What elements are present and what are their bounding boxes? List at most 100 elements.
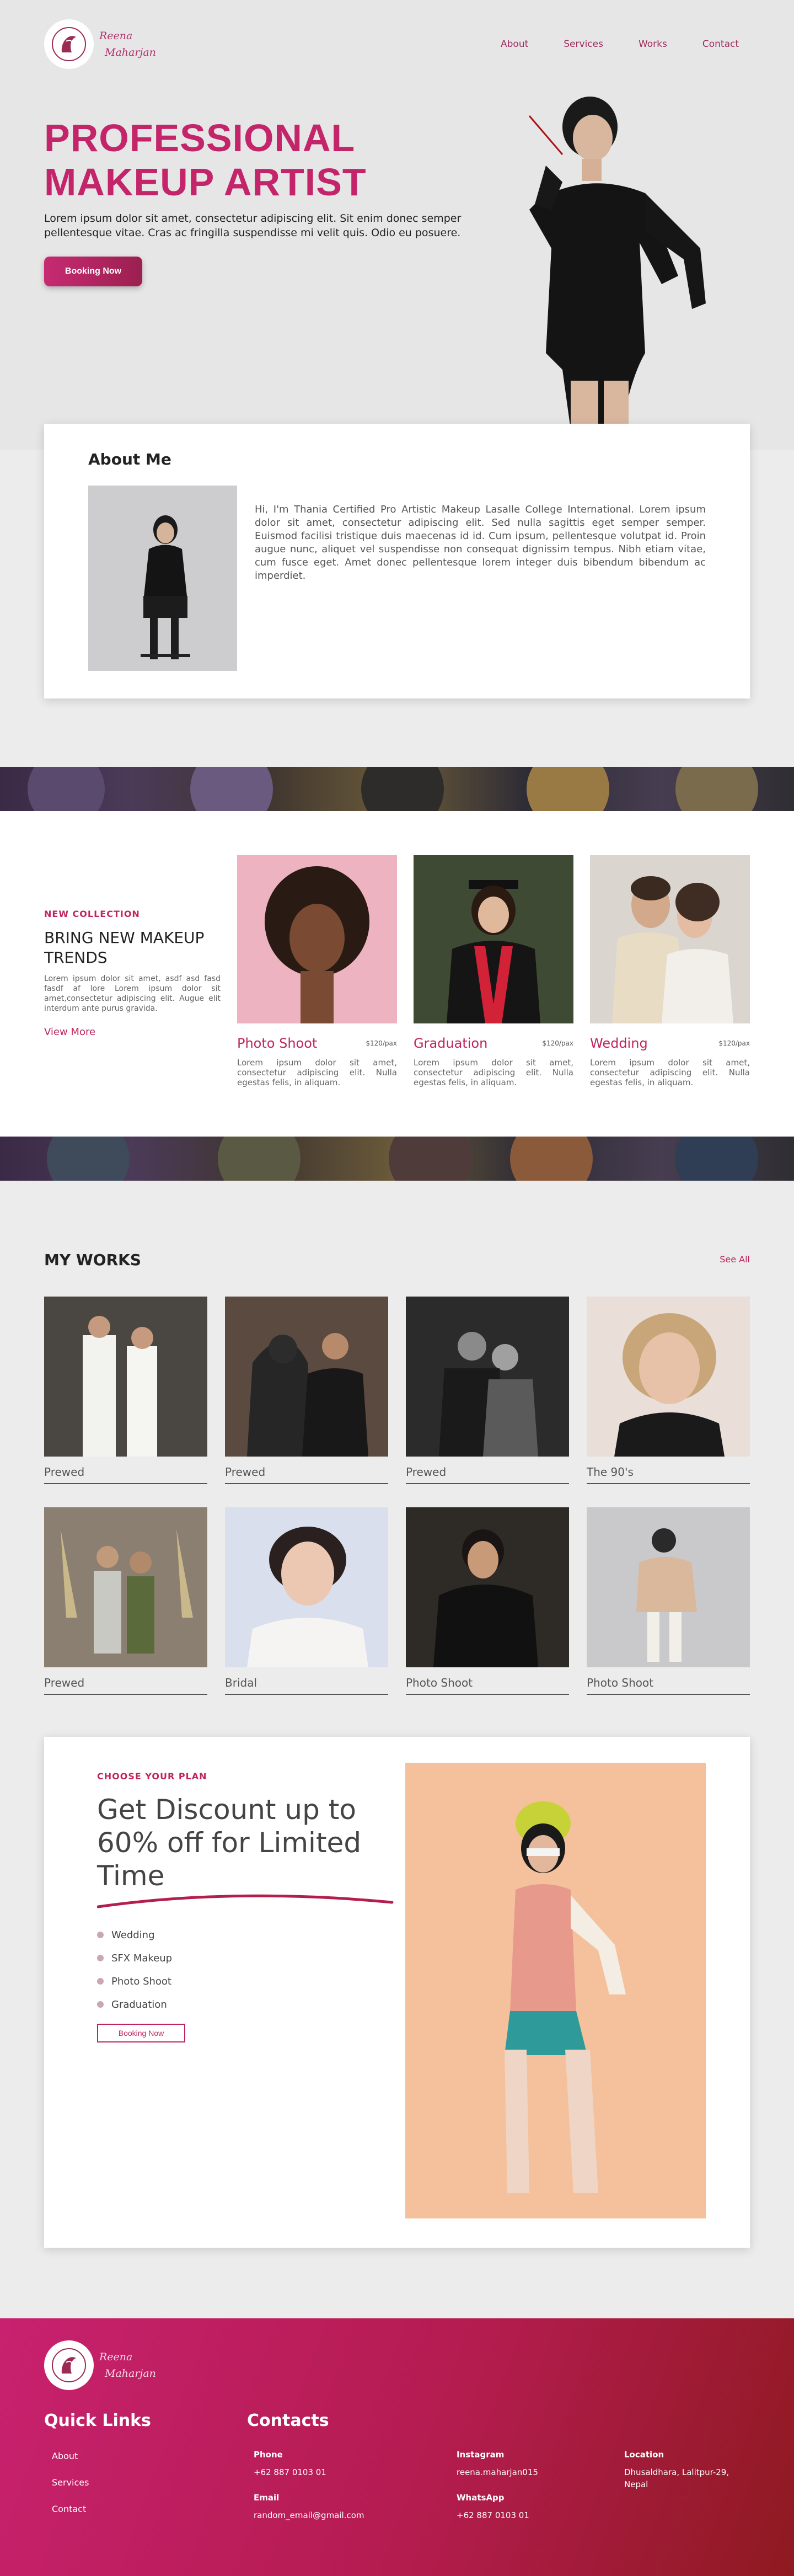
hero-section: Reena Maharjan About Services Works Cont… [0, 0, 794, 450]
brand-name-line1: Reena [99, 30, 133, 42]
footer-link-contact[interactable]: Contact [52, 2504, 86, 2514]
works-section: MY WORKS See All Prewed Prewed Prewed Th… [0, 1181, 794, 1741]
view-more-link[interactable]: View More [44, 1026, 95, 1038]
work-label: Photo Shoot [406, 1676, 569, 1695]
bullet-dot-icon [97, 1955, 104, 1961]
plan-label: Graduation [111, 1998, 167, 2010]
work-item[interactable]: Prewed [406, 1297, 569, 1484]
eyeshadow-band-bottom [0, 1137, 794, 1181]
bullet-dot-icon [97, 1978, 104, 1985]
work-image [587, 1507, 750, 1667]
hero-title-line1: PROFESSIONAL [44, 116, 356, 159]
about-portrait-image [88, 486, 237, 671]
plan-label: SFX Makeup [111, 1952, 173, 1964]
hero-description: Lorem ipsum dolor sit amet, consectetur … [44, 212, 462, 239]
hero-model-image [528, 97, 706, 450]
work-image [44, 1297, 207, 1457]
discount-kicker: CHOOSE YOUR PLAN [97, 1771, 207, 1782]
nav-about[interactable]: About [501, 39, 528, 50]
work-label: Prewed [44, 1676, 207, 1695]
footer-link-about[interactable]: About [52, 2451, 78, 2461]
logo-mark-icon [44, 2340, 94, 2390]
quick-links-title: Quick Links [44, 2411, 151, 2430]
nav-contact[interactable]: Contact [702, 39, 739, 50]
work-item[interactable]: Prewed [44, 1507, 207, 1695]
footer-brand-name: Reena Maharjan [99, 2349, 156, 2382]
whatsapp-label: WhatsApp [457, 2493, 505, 2503]
eyeshadow-palette-image [28, 767, 758, 811]
collection-card-name: Graduation [414, 1036, 488, 1051]
brand-logo[interactable]: Reena Maharjan [44, 19, 156, 69]
see-all-link[interactable]: See All [720, 1254, 750, 1265]
work-image [44, 1507, 207, 1667]
plan-item: Wedding [97, 1923, 172, 1946]
instagram-value[interactable]: reena.maharjan015 [457, 2466, 538, 2478]
logo-mark-icon [44, 19, 94, 69]
top-nav: Reena Maharjan About Services Works Cont… [44, 17, 739, 72]
works-title: MY WORKS [44, 1251, 141, 1269]
collection-card-description: Lorem ipsum dolor sit amet, consectetur … [414, 1058, 573, 1087]
plan-label: Wedding [111, 1929, 155, 1941]
footer-brand-line1: Reena [99, 2351, 133, 2363]
discount-booking-button[interactable]: Booking Now [97, 2024, 185, 2042]
nav-services[interactable]: Services [564, 39, 603, 50]
email-label: Email [254, 2493, 280, 2503]
eyeshadow-band-top [0, 767, 794, 811]
work-image [225, 1297, 388, 1457]
photo-shoot-image [237, 855, 397, 1023]
work-label: Prewed [44, 1465, 207, 1484]
swoosh-underline-icon [97, 1894, 394, 1908]
work-item[interactable]: Bridal [225, 1507, 388, 1695]
phone-label: Phone [254, 2450, 283, 2460]
work-image [406, 1507, 569, 1667]
booking-now-button[interactable]: Booking Now [44, 257, 142, 286]
collection-card[interactable]: Graduation $120/pax Lorem ipsum dolor si… [414, 855, 573, 1087]
contacts-title: Contacts [247, 2411, 329, 2430]
collection-card-description: Lorem ipsum dolor sit amet, consectetur … [590, 1058, 750, 1087]
wedding-image [590, 855, 750, 1023]
collection-card-header: Graduation $120/pax [414, 1036, 573, 1051]
nav-links: About Services Works Contact [501, 39, 739, 50]
about-card: About Me Hi, I'm Thania Certified Pro Ar… [44, 424, 750, 698]
hero-title-line2: MAKEUP ARTIST [44, 161, 367, 204]
about-title: About Me [88, 450, 171, 468]
collection-card-name: Photo Shoot [237, 1036, 318, 1051]
footer: Reena Maharjan Quick Links About Service… [0, 2318, 794, 2576]
collection-card-price: $120/pax [366, 1039, 397, 1047]
bullet-dot-icon [97, 2001, 104, 2008]
plan-item: Graduation [97, 1993, 172, 2016]
work-item[interactable]: The 90's [587, 1297, 750, 1484]
discount-card: CHOOSE YOUR PLAN Get Discount up to 60% … [44, 1737, 750, 2248]
footer-logo[interactable]: Reena Maharjan [44, 2340, 156, 2390]
whatsapp-value[interactable]: +62 887 0103 01 [457, 2509, 529, 2521]
collection-section: NEW COLLECTION BRING NEW MAKEUP TRENDS L… [0, 811, 794, 1137]
location-line1: Dhusaldhara, Lalitpur-29, [624, 2467, 729, 2477]
footer-link-services[interactable]: Services [52, 2477, 89, 2488]
phone-value[interactable]: +62 887 0103 01 [254, 2466, 326, 2478]
instagram-label: Instagram [457, 2450, 505, 2460]
brand-name-line2: Maharjan [105, 46, 156, 58]
discount-model-image [405, 1763, 706, 2218]
work-label: Prewed [406, 1465, 569, 1484]
email-value[interactable]: random_email@gmail.com [254, 2509, 364, 2521]
work-item[interactable]: Photo Shoot [587, 1507, 750, 1695]
work-item[interactable]: Prewed [225, 1297, 388, 1484]
plan-item: SFX Makeup [97, 1946, 172, 1970]
bullet-dot-icon [97, 1932, 104, 1938]
collection-card-price: $120/pax [542, 1039, 573, 1047]
collection-title: BRING NEW MAKEUP TRENDS [44, 929, 205, 967]
brand-name: Reena Maharjan [99, 28, 156, 61]
location-line2: Nepal [624, 2479, 648, 2489]
collection-card-header: Photo Shoot $120/pax [237, 1036, 397, 1051]
work-label: Bridal [225, 1676, 388, 1695]
work-item[interactable]: Prewed [44, 1297, 207, 1484]
hero-title: PROFESSIONAL MAKEUP ARTIST [44, 116, 367, 204]
eyeshadow-palette-image [47, 1137, 758, 1181]
nav-works[interactable]: Works [639, 39, 667, 50]
plan-label: Photo Shoot [111, 1975, 171, 1987]
collection-card[interactable]: Photo Shoot $120/pax Lorem ipsum dolor s… [237, 855, 397, 1087]
work-image [406, 1297, 569, 1457]
footer-brand-line2: Maharjan [105, 2367, 156, 2380]
work-item[interactable]: Photo Shoot [406, 1507, 569, 1695]
collection-card[interactable]: Wedding $120/pax Lorem ipsum dolor sit a… [590, 855, 750, 1087]
